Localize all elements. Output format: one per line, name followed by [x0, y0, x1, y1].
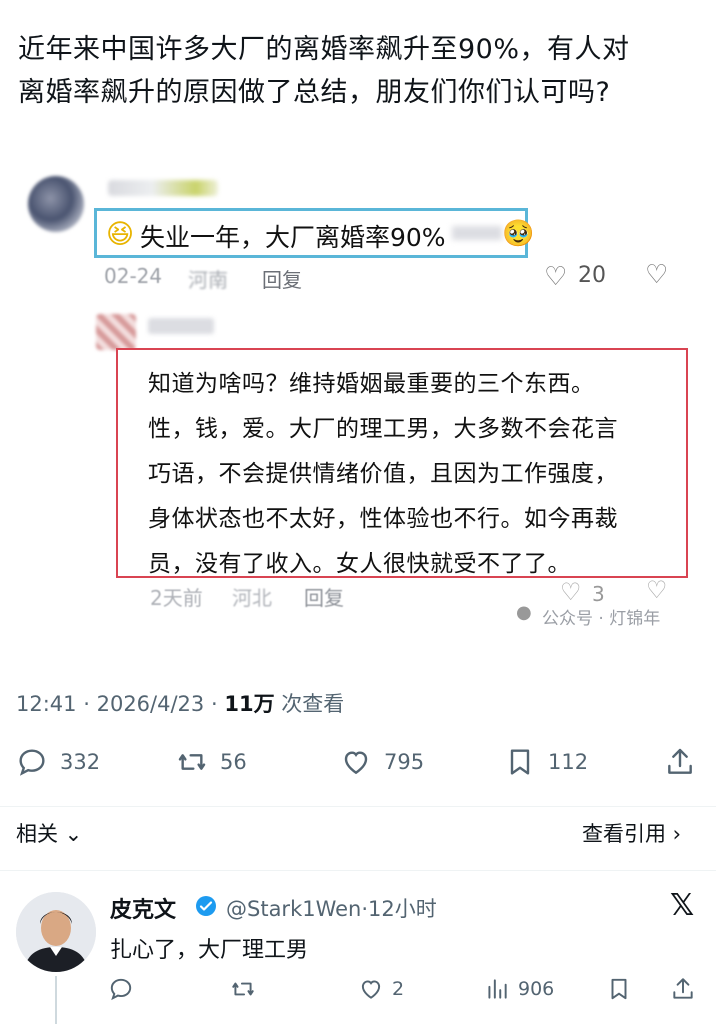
comment2-heart-icon: ♡ [560, 578, 582, 606]
views-icon [488, 979, 507, 999]
chevron-right-icon: › [666, 822, 682, 846]
comment1-heart-icon: ♡ [544, 262, 568, 292]
heart-icon [344, 751, 368, 775]
comment1-avatar [28, 176, 84, 232]
avatar[interactable] [16, 892, 96, 972]
comment1-broken-heart-icon: ♡ [645, 260, 669, 290]
laughing-emoji-icon: 😆 [106, 219, 135, 250]
thread-line [55, 976, 57, 1024]
reply-author-name[interactable]: 皮克文 [110, 892, 176, 924]
post-text-line-1: 近年来中国许多大厂的离婚率飙升至90%，有人对 [18, 34, 630, 65]
retweet-icon [232, 982, 254, 996]
retweet-icon [178, 754, 206, 770]
reply-views-count: 906 [518, 978, 555, 1000]
comment2-avatar [96, 314, 136, 350]
related-dropdown[interactable]: 相关 ⌄ [16, 818, 82, 848]
bookmark-button[interactable]: 112 [504, 746, 588, 778]
reply-reply-button[interactable] [108, 976, 134, 1002]
handle-text: @Stark1Wen [226, 897, 362, 921]
comment2-date: 2天前 [150, 586, 203, 610]
tweet-views-count: 11万 [224, 692, 275, 716]
meta-separator: · [210, 692, 218, 716]
wechat-icon: ● [516, 602, 532, 623]
comment2-line: 知道为啥吗？维持婚姻最重要的三个东西。 [148, 371, 595, 397]
reply-author-handle[interactable]: @Stark1Wen·12小时 [226, 893, 437, 923]
comment2-line: 性，钱，爱。大厂的理工男，大多数不会花言 [148, 416, 618, 442]
reply-views-button[interactable]: 906 [484, 976, 554, 1002]
reply-like-button[interactable]: 2 [358, 976, 404, 1002]
share-icon [673, 978, 693, 999]
bookmark-count: 112 [548, 750, 589, 774]
reply-time: 12小时 [368, 897, 437, 921]
reply-like-count: 2 [392, 978, 405, 1000]
reply-count: 332 [60, 750, 101, 774]
comment1-reply-label: 回复 [262, 268, 302, 292]
chevron-down-icon: ⌄ [58, 822, 83, 846]
reply-retweet-button[interactable] [230, 976, 256, 1002]
comment2-reply-label: 回复 [304, 586, 344, 610]
x-logo-icon: 𝕏 [670, 888, 695, 923]
retweet-button[interactable]: 56 [176, 746, 247, 778]
reply-icon [110, 978, 132, 1001]
comment2-username-blurred [148, 318, 214, 334]
divider [0, 806, 716, 807]
like-count: 795 [384, 750, 425, 774]
comment2-likes: 3 [592, 582, 605, 606]
comment2-line: 员，没有了收入。女人很快就受不了了。 [148, 551, 571, 577]
post-text: 近年来中国许多大厂的离婚率飙升至90%，有人对 离婚率飙升的原因做了总结，朋友们… [18, 28, 708, 114]
tweet-meta: 12:41 · 2026/4/23 · 11万 次查看 [16, 688, 344, 718]
related-label: 相关 [16, 822, 58, 846]
comment1-location: 河南 [188, 268, 228, 292]
bookmark-icon [611, 978, 627, 1000]
bookmark-icon [510, 749, 530, 775]
reply-icon [19, 749, 45, 776]
view-quotes-label: 查看引用 [582, 822, 666, 846]
retweet-count: 56 [220, 750, 247, 774]
meta-separator: · [83, 692, 90, 716]
verified-icon [194, 894, 218, 922]
heart-icon [361, 980, 381, 999]
comment1-username-blurred [108, 180, 218, 196]
reply-text: 扎心了，大厂理工男 [110, 938, 309, 963]
comment1-date: 02-24 [104, 264, 163, 288]
comment2-location: 河北 [232, 586, 272, 610]
divider [0, 870, 716, 871]
watermark: 公众号 · 灯锦年 [542, 609, 661, 629]
share-button[interactable] [664, 746, 696, 778]
tweet-date[interactable]: 2026/4/23 [97, 692, 205, 716]
share-icon [668, 748, 692, 774]
comment2-line: 身体状态也不太好，性体验也不行。如今再裁 [148, 506, 618, 532]
tweet-time[interactable]: 12:41 [16, 692, 77, 716]
comment2-broken-heart-icon: ♡ [646, 576, 668, 604]
comment1-likes: 20 [578, 263, 606, 288]
view-quotes-link[interactable]: 查看引用 › [582, 818, 681, 848]
reply-bookmark-button[interactable] [606, 976, 632, 1002]
avatar-portrait [16, 892, 96, 972]
comment2-line: 巧语，不会提供情绪价值，且因为工作强度， [148, 461, 618, 487]
tweet-views-label: 次查看 [281, 692, 345, 716]
comment1-blurred-tail [452, 226, 502, 240]
comment1-text: 失业一年，大厂离婚率90% [140, 223, 446, 252]
reply-share-button[interactable] [670, 976, 696, 1002]
reply-button[interactable]: 332 [16, 746, 100, 778]
crying-emoji-icon: 🥹 [502, 219, 535, 249]
post-text-line-2: 离婚率飙升的原因做了总结，朋友们你们认可吗? [18, 77, 611, 108]
like-button[interactable]: 795 [340, 746, 424, 778]
